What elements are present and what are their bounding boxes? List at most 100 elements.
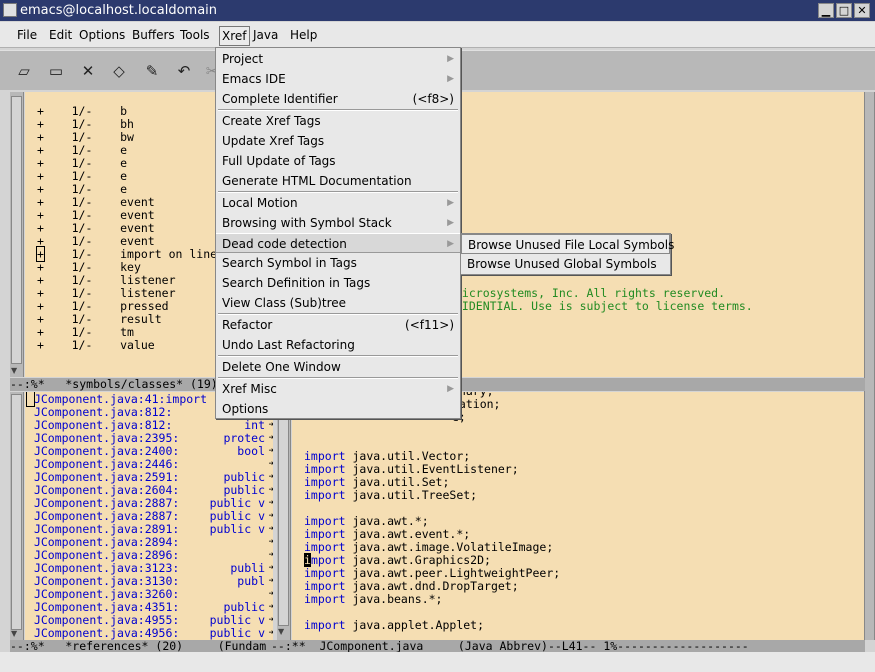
refs-scrollbar[interactable]: ▼ xyxy=(10,392,24,640)
code-line[interactable]: import java.applet.Applet; xyxy=(304,619,484,632)
menu-edit[interactable]: Edit xyxy=(49,28,72,42)
expand-marker[interactable]: + xyxy=(37,182,44,196)
reference-location[interactable]: JComponent.java:4351: xyxy=(34,600,179,614)
reference-location[interactable]: JComponent.java:2591: xyxy=(34,470,179,484)
expand-marker[interactable]: + xyxy=(37,260,44,274)
reference-location[interactable]: JComponent.java:812: xyxy=(34,405,172,419)
reference-location[interactable]: JComponent.java:2400: xyxy=(34,444,179,458)
symbol-count: 1/- xyxy=(43,260,121,274)
undo-icon[interactable]: ↶ xyxy=(173,60,195,82)
menu-item-undo-last-refactoring[interactable]: Undo Last Refactoring xyxy=(216,335,460,355)
menu-item-search-symbol-in-tags[interactable]: Search Symbol in Tags xyxy=(216,253,460,273)
menu-item-local-motion[interactable]: Local Motion ▶ xyxy=(216,193,460,213)
menu-item-generate-html-documentation[interactable]: Generate HTML Documentation xyxy=(216,171,460,191)
menu-item-project[interactable]: Project ▶ xyxy=(216,49,460,69)
reference-row[interactable]: JComponent.java:4956: public v ➔ xyxy=(27,627,273,640)
menu-options[interactable]: Options xyxy=(79,28,125,42)
menu-item-shortcut: (<f8>) xyxy=(412,92,454,106)
reference-location[interactable]: JComponent.java:812: xyxy=(34,418,172,432)
reference-location[interactable]: JComponent.java:41:import xyxy=(34,392,207,406)
menu-item-search-definition-in-tags[interactable]: Search Definition in Tags xyxy=(216,273,460,293)
expand-marker[interactable]: + xyxy=(37,286,44,300)
new-file-icon[interactable]: ▱ xyxy=(13,60,35,82)
scroll-thumb[interactable] xyxy=(278,394,289,626)
menu-item-xref-misc[interactable]: Xref Misc ▶ xyxy=(216,379,460,399)
reference-location[interactable]: JComponent.java:3123: xyxy=(34,561,179,575)
scroll-down-arrow[interactable]: ▼ xyxy=(11,366,17,375)
scroll-thumb[interactable] xyxy=(11,96,22,364)
expand-marker[interactable]: + xyxy=(37,104,44,118)
menu-tools[interactable]: Tools xyxy=(180,28,210,42)
code-pane[interactable]: able;onary;ration;e;import java.util.Vec… xyxy=(292,392,864,640)
expand-marker[interactable]: + xyxy=(37,338,44,352)
menu-item-delete-one-window[interactable]: Delete One Window xyxy=(216,357,460,377)
close-window-button[interactable]: ✕ xyxy=(854,3,870,18)
expand-marker[interactable]: + xyxy=(37,312,44,326)
expand-marker[interactable]: + xyxy=(37,208,44,222)
menu-item-refactor[interactable]: Refactor (<f11>) xyxy=(216,315,460,335)
minimize-button[interactable]: ▁ xyxy=(818,3,834,18)
reference-location[interactable]: JComponent.java:4955: xyxy=(34,613,179,627)
references-pane[interactable]: JComponent.java:41:import ➔ JComponent.ja… xyxy=(25,392,273,640)
reference-location[interactable]: JComponent.java:2604: xyxy=(34,483,179,497)
menu-item-view-class-sub-tree[interactable]: View Class (Sub)tree xyxy=(216,293,460,313)
reference-location[interactable]: JComponent.java:2891: xyxy=(34,522,179,536)
expand-marker[interactable]: + xyxy=(37,234,44,248)
symbol-count: 1/- xyxy=(43,208,121,222)
scroll-down-arrow[interactable]: ▼ xyxy=(278,627,284,636)
menu-item-browsing-with-symbol-stack[interactable]: Browsing with Symbol Stack ▶ xyxy=(216,213,460,233)
menu-item-dead-code-detection[interactable]: Dead code detection ▶ xyxy=(216,233,460,253)
menu-xref[interactable]: Xref xyxy=(219,26,250,46)
expand-marker[interactable]: + xyxy=(37,273,44,287)
menu-item-update-xref-tags[interactable]: Update Xref Tags xyxy=(216,131,460,151)
scroll-thumb[interactable] xyxy=(11,394,22,630)
code-line[interactable]: import java.util.TreeSet; xyxy=(304,489,477,502)
menu-item-create-xref-tags[interactable]: Create Xref Tags xyxy=(216,111,460,131)
reference-location[interactable]: JComponent.java:3130: xyxy=(34,574,179,588)
browse-unused-file-local-symbols[interactable]: Browse Unused File Local Symbols xyxy=(461,234,674,254)
expand-marker[interactable]: + xyxy=(37,195,44,209)
menu-item-full-update-of-tags[interactable]: Full Update of Tags xyxy=(216,151,460,171)
expand-marker[interactable]: + xyxy=(37,299,44,313)
reference-location[interactable]: JComponent.java:2896: xyxy=(34,548,179,562)
close-icon[interactable]: ✕ xyxy=(77,60,99,82)
symbol-line[interactable]: + 1/- value xyxy=(37,339,155,352)
code-line[interactable]: import java.beans.*; xyxy=(304,593,442,606)
reference-location[interactable]: JComponent.java:2887: xyxy=(34,509,179,523)
menu-buffers[interactable]: Buffers xyxy=(132,28,175,42)
menu-item-options[interactable]: Options xyxy=(216,399,460,419)
expand-marker[interactable]: + xyxy=(37,117,44,131)
save-icon[interactable]: ◇ xyxy=(108,60,130,82)
reference-location[interactable]: JComponent.java:2395: xyxy=(34,431,179,445)
code-text: java.awt.event.*; xyxy=(345,527,471,541)
menu-item-label: Search Definition in Tags xyxy=(222,276,371,290)
scroll-down-arrow[interactable]: ▼ xyxy=(11,629,17,638)
reference-location[interactable]: JComponent.java:2887: xyxy=(34,496,179,510)
menu-item-shortcut: (<f11>) xyxy=(405,318,454,332)
reference-location[interactable]: JComponent.java:3260: xyxy=(34,587,179,601)
expand-marker[interactable]: + xyxy=(37,156,44,170)
menu-java[interactable]: Java xyxy=(253,28,278,42)
reference-location[interactable]: JComponent.java:2446: xyxy=(34,457,179,471)
reference-location[interactable]: JComponent.java:2894: xyxy=(34,535,179,549)
open-folder-icon[interactable]: ▭ xyxy=(45,60,67,82)
expand-marker[interactable]: + xyxy=(37,130,44,144)
expand-marker[interactable]: + xyxy=(37,169,44,183)
menu-help[interactable]: Help xyxy=(290,28,317,42)
expand-marker[interactable]: + xyxy=(37,221,44,235)
menu-item-complete-identifier[interactable]: Complete Identifier (<f8>) xyxy=(216,89,460,109)
reference-location[interactable]: JComponent.java:4956: xyxy=(34,626,179,640)
keyword: import xyxy=(304,527,346,541)
minibuffer[interactable] xyxy=(0,652,875,672)
menu-file[interactable]: File xyxy=(17,28,37,42)
expand-marker[interactable]: + xyxy=(37,143,44,157)
submenu-arrow-icon: ▶ xyxy=(447,54,454,64)
menu-item-emacs-ide[interactable]: Emacs IDE ▶ xyxy=(216,69,460,89)
expand-marker[interactable]: + xyxy=(36,246,45,262)
browse-unused-global-symbols[interactable]: Browse Unused Global Symbols xyxy=(461,254,670,274)
expand-marker[interactable]: + xyxy=(37,325,44,339)
code-scrollbar[interactable]: ▼ xyxy=(277,392,291,640)
save-as-icon[interactable]: ✎ xyxy=(141,60,163,82)
maximize-button[interactable]: □ xyxy=(836,3,852,18)
top-scrollbar[interactable]: ▼ xyxy=(10,92,24,377)
